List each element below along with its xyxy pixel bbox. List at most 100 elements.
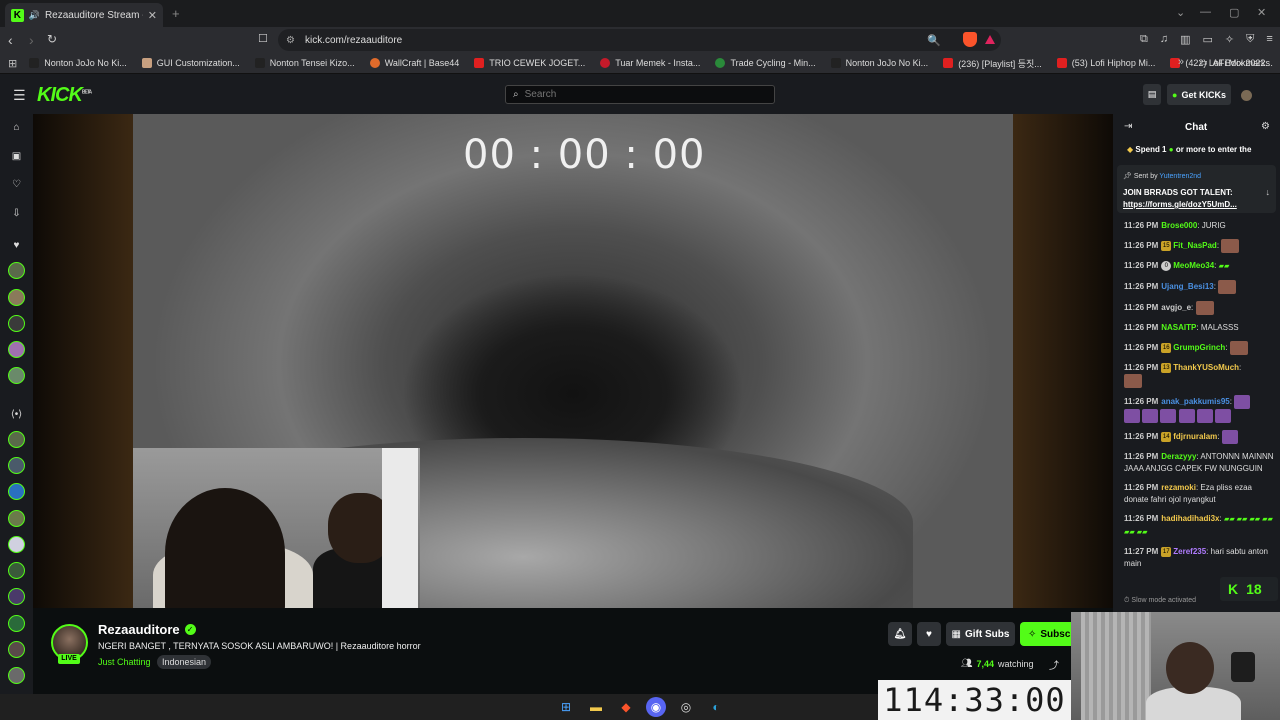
webcam-microphone bbox=[1231, 652, 1255, 682]
browser-tab-strip: K 🔊 Rezaauditore Stream - Watch ✕ + ⌄ — … bbox=[0, 0, 1280, 27]
site-info-icon[interactable]: ⚙ bbox=[286, 35, 295, 46]
taskbar-icons: ⊞ ▬ ◆ ◉ ◎ ◐ bbox=[556, 697, 726, 717]
kick-header: ☰ KICKBETA ⌕ ▤ ●Get KICKs bbox=[0, 74, 1280, 114]
file-explorer-icon[interactable]: ▬ bbox=[586, 697, 606, 717]
minimize-button[interactable]: — bbox=[1200, 6, 1211, 18]
emote-icon bbox=[1215, 409, 1232, 423]
following-icon[interactable]: ♡ bbox=[10, 179, 23, 190]
expand-pinned-icon[interactable]: ↓ bbox=[1266, 187, 1271, 197]
followed-channel-avatar[interactable] bbox=[8, 315, 25, 332]
address-bar-row: ‹ › ↻ ☐ ⚙ kick.com/rezaauditore 🔍 ⧉ ♫ ▥ … bbox=[0, 27, 1280, 53]
sub-badge-icon: 17 bbox=[1161, 546, 1172, 557]
bookmark-item[interactable]: (53) Lofi Hiphop Mi... bbox=[1056, 58, 1155, 68]
chat-message: 11:26 PM 14 fdjrnuralam: bbox=[1124, 430, 1276, 444]
sidebar-toggle-icon[interactable]: ▥ bbox=[1180, 33, 1190, 46]
edge-icon[interactable]: ◐ bbox=[706, 697, 726, 717]
kicks-spend-banner[interactable]: ◆ Spend 1 ● or more to enter the bbox=[1127, 145, 1251, 154]
speaker-icon[interactable]: 🔊 bbox=[29, 10, 40, 21]
recommended-channel-avatar[interactable] bbox=[8, 457, 25, 474]
maximize-button[interactable]: ▢ bbox=[1229, 6, 1239, 19]
recommended-channel-avatar[interactable] bbox=[8, 562, 25, 579]
browse-icon[interactable]: ▣ bbox=[10, 151, 23, 162]
video-player[interactable]: 00 : 00 : 00 bbox=[33, 114, 1113, 608]
recommended-channel-avatar[interactable] bbox=[8, 510, 25, 527]
url-field[interactable]: ⚙ kick.com/rezaauditore 🔍 bbox=[278, 29, 1001, 51]
follow-button[interactable]: ♥ bbox=[917, 622, 941, 646]
collapse-chat-icon[interactable]: ⇥ bbox=[1124, 121, 1132, 132]
share-icon[interactable]: ⤴ bbox=[1049, 657, 1059, 672]
creator-dashboard-icon[interactable]: ⇩ bbox=[10, 208, 23, 219]
home-icon[interactable]: ⌂ bbox=[10, 122, 23, 133]
recommended-channel-avatar[interactable] bbox=[8, 615, 25, 632]
forward-icon[interactable]: › bbox=[29, 32, 34, 48]
new-tab-button[interactable]: + bbox=[172, 6, 180, 21]
recommended-channel-avatar[interactable] bbox=[8, 641, 25, 658]
recommended-channel-avatar[interactable] bbox=[8, 431, 25, 448]
bookmark-item[interactable]: Tuar Memek - Insta... bbox=[600, 58, 700, 68]
tab-search-icon[interactable]: ⌄ bbox=[1176, 6, 1185, 19]
category-link[interactable]: Just Chatting bbox=[98, 657, 151, 667]
bookmark-item[interactable]: Nonton Tensei Kizo... bbox=[254, 58, 355, 68]
leo-icon[interactable]: ✧ bbox=[1225, 33, 1234, 46]
bookmark-item[interactable]: (236) [Playlist] 등짓... bbox=[943, 57, 1042, 70]
vpn-icon[interactable]: ⛨ bbox=[1246, 33, 1254, 46]
brave-browser-icon[interactable]: ◆ bbox=[616, 697, 636, 717]
notification-button[interactable]: 🔔︎ bbox=[888, 622, 912, 646]
all-bookmarks-button[interactable]: ▭ All Bookmarks bbox=[1199, 57, 1270, 68]
favorites-heart-icon[interactable]: ♥ bbox=[10, 240, 23, 251]
back-icon[interactable]: ‹ bbox=[8, 32, 13, 48]
sub-badge-icon: 16 bbox=[1161, 343, 1172, 353]
close-window-button[interactable]: ✕ bbox=[1257, 6, 1266, 19]
pinned-link[interactable]: https://forms.gle/dozY5UmD... bbox=[1123, 200, 1237, 209]
recommended-channel-avatar[interactable] bbox=[8, 667, 25, 684]
bookmark-item[interactable]: Nonton JoJo No Ki... bbox=[29, 58, 127, 68]
followed-channel-avatar[interactable] bbox=[8, 262, 25, 279]
followed-channel-avatar[interactable] bbox=[8, 367, 25, 384]
bookmark-item[interactable]: Nonton JoJo No Ki... bbox=[830, 58, 928, 68]
recommended-icon[interactable]: ⟨•⟩ bbox=[10, 409, 23, 420]
menu-toggle-icon[interactable]: ☰ bbox=[13, 87, 26, 104]
language-tag[interactable]: Indonesian bbox=[157, 655, 212, 669]
bookmark-item[interactable]: TRIO CEWEK JOGET... bbox=[474, 58, 585, 68]
menu-icon[interactable]: ≡ bbox=[1266, 33, 1272, 46]
brave-rewards-icon[interactable] bbox=[985, 35, 995, 44]
followed-channel-avatar[interactable] bbox=[8, 289, 25, 306]
emote-icon bbox=[1218, 280, 1237, 294]
more-bookmarks-icon[interactable]: » bbox=[1178, 56, 1184, 68]
apps-grid-icon[interactable]: ⊞ bbox=[8, 57, 17, 70]
recommended-channel-avatar[interactable] bbox=[8, 483, 25, 500]
media-icon[interactable]: ♫ bbox=[1160, 33, 1168, 46]
chat-message: 11:26 PM 0 MeoMeo34: ▰▰ bbox=[1124, 260, 1230, 271]
bookmark-icon[interactable]: ☐ bbox=[258, 32, 268, 45]
bookmark-favicon-icon bbox=[715, 58, 726, 68]
bell-icon: 🔔︎ bbox=[893, 628, 907, 640]
close-tab-icon[interactable]: ✕ bbox=[148, 9, 157, 22]
extensions-icon[interactable]: ⧉ bbox=[1140, 33, 1148, 46]
emote-icon bbox=[1196, 409, 1213, 423]
bookmark-item[interactable]: Trade Cycling - Min... bbox=[715, 58, 816, 68]
reload-icon[interactable]: ↻ bbox=[47, 32, 57, 46]
windows-start-icon[interactable]: ⊞ bbox=[556, 697, 576, 717]
wallet-icon[interactable]: ▭ bbox=[1203, 33, 1213, 46]
chat-settings-icon[interactable]: ⚙ bbox=[1261, 121, 1270, 132]
search-input[interactable] bbox=[524, 89, 745, 100]
recommended-channel-avatar[interactable] bbox=[8, 588, 25, 605]
theater-mode-button[interactable]: ▤ bbox=[1143, 84, 1161, 105]
zoom-search-icon[interactable]: 🔍 bbox=[927, 34, 941, 47]
search-bar[interactable]: ⌕ bbox=[505, 85, 775, 104]
user-avatar[interactable] bbox=[1241, 90, 1252, 101]
followed-channel-avatar[interactable] bbox=[8, 341, 25, 358]
get-kicks-button[interactable]: ● Get KICKs bbox=[1167, 84, 1231, 105]
discord-icon[interactable]: ◉ bbox=[646, 697, 666, 717]
channel-name[interactable]: Rezaauditore ✓ bbox=[98, 622, 196, 637]
recommended-channel-avatar[interactable] bbox=[8, 536, 25, 553]
brave-shields-icon[interactable] bbox=[963, 32, 977, 47]
chrome-icon[interactable]: ◎ bbox=[676, 697, 696, 717]
browser-tab[interactable]: K 🔊 Rezaauditore Stream - Watch ✕ bbox=[5, 3, 163, 27]
tab-title: Rezaauditore Stream - Watch bbox=[44, 9, 143, 21]
stream-title: NGERI BANGET , TERNYATA SOSOK ASLI AMBAR… bbox=[98, 641, 421, 651]
bookmark-item[interactable]: WallCraft | Base44 bbox=[369, 58, 459, 68]
bookmark-item[interactable]: GUI Customization... bbox=[141, 58, 240, 68]
gift-subs-button[interactable]: ▦ Gift Subs bbox=[946, 622, 1015, 646]
kick-logo[interactable]: KICKBETA bbox=[37, 84, 92, 107]
